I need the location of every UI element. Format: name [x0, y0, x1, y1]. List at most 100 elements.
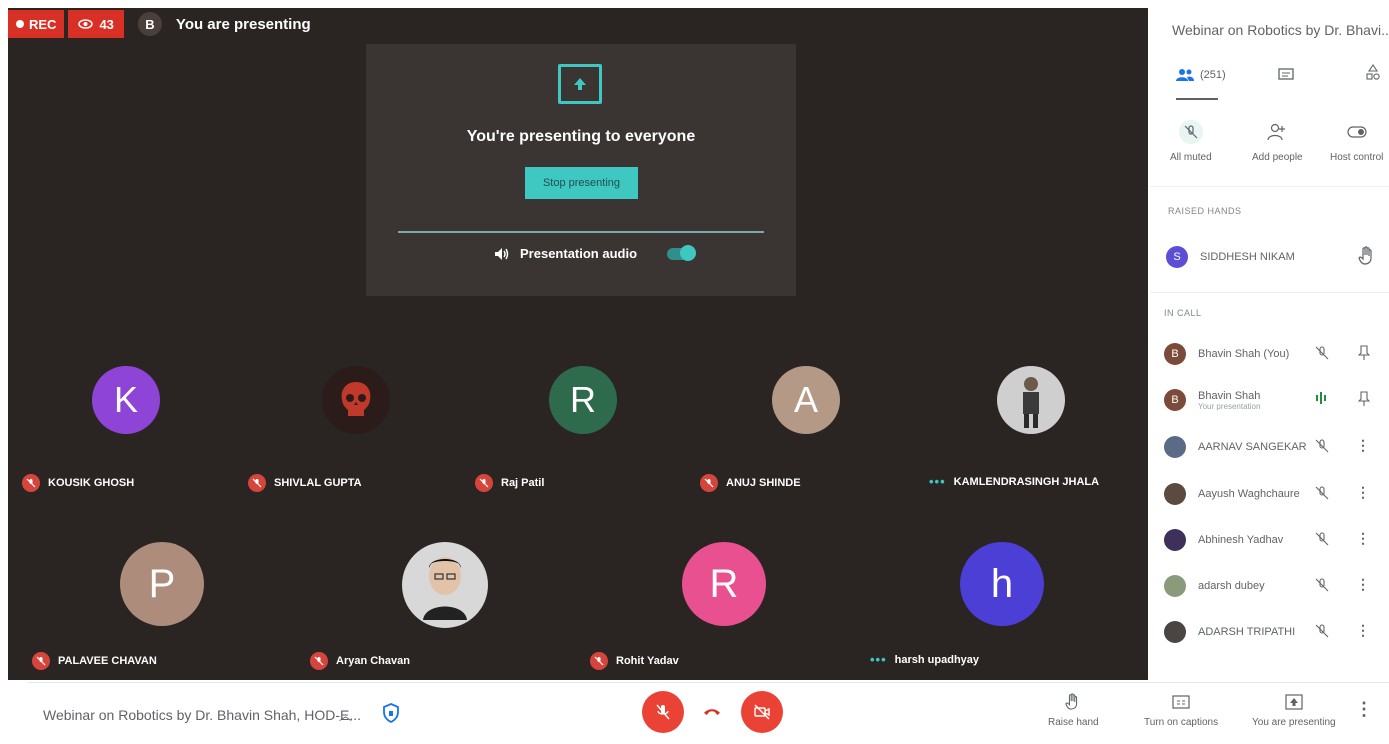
- avatar: [1164, 575, 1186, 597]
- participant-tile[interactable]: R Rohit Yadav: [578, 516, 800, 670]
- more-options-icon[interactable]: ⋮: [1356, 530, 1370, 547]
- participant-row-name: ADARSH TRIPATHI: [1198, 626, 1296, 638]
- more-options-icon[interactable]: ⋮: [1356, 576, 1370, 593]
- camera-off-icon: [754, 704, 770, 720]
- viewer-count: 43: [99, 16, 114, 32]
- tab-people[interactable]: (251): [1176, 68, 1226, 82]
- mic-off-icon: [22, 474, 40, 492]
- mic-off-icon: [1178, 120, 1203, 144]
- shield-icon[interactable]: [383, 703, 399, 723]
- participant-tile[interactable]: SHIVLAL GUPTA: [238, 338, 460, 492]
- more-options-icon[interactable]: ⋮: [1356, 484, 1370, 501]
- participant-label: ANUJ SHINDE: [700, 474, 801, 492]
- participant-name: harsh upadhyay: [894, 653, 980, 666]
- participant-label: ••• harsh upadhyay: [870, 652, 979, 667]
- mic-off-icon: [1315, 624, 1329, 638]
- people-icon: [1176, 69, 1194, 81]
- participant-row[interactable]: B Bhavin Shah Your presentation: [1164, 386, 1376, 414]
- meeting-details-title[interactable]: Webinar on Robotics by Dr. Bhavin Shah, …: [43, 707, 361, 723]
- participant-name: ANUJ SHINDE: [726, 477, 801, 489]
- viewer-count-badge[interactable]: 43: [68, 10, 124, 38]
- mic-off-icon: [590, 652, 608, 670]
- raised-hand-item[interactable]: S SIDDHESH NIKAM: [1166, 242, 1376, 272]
- leave-call-button[interactable]: [691, 691, 733, 733]
- participant-name: KAMLENDRASINGH JHALA: [953, 475, 1100, 488]
- participant-tile[interactable]: A ANUJ SHINDE: [688, 338, 910, 492]
- participant-avatar: R: [682, 542, 766, 626]
- avatar: B: [1164, 343, 1186, 365]
- participant-tile[interactable]: P PALAVEE CHAVAN: [20, 516, 242, 670]
- mic-off-icon: [1315, 578, 1329, 592]
- presentation-audio-toggle[interactable]: [667, 244, 697, 261]
- participant-row-name: Aayush Waghchaure: [1198, 488, 1300, 500]
- chevron-up-icon[interactable]: ︿: [339, 705, 352, 724]
- panel-divider: [1150, 292, 1389, 293]
- mic-off-icon: [700, 474, 718, 492]
- person-photo-avatar: [402, 542, 488, 628]
- participant-tile[interactable]: K KOUSIK GHOSH: [20, 338, 242, 492]
- all-muted-button[interactable]: All muted: [1170, 120, 1212, 163]
- participant-row[interactable]: B Bhavin Shah (You): [1164, 340, 1376, 368]
- add-people-button[interactable]: Add people: [1252, 120, 1303, 163]
- speaking-dots-icon: •••: [870, 652, 887, 667]
- participant-name: Rohit Yadav: [616, 655, 679, 667]
- participant-row[interactable]: AARNAV SANGEKAR ⋮: [1164, 433, 1376, 461]
- mic-off-icon: [1315, 439, 1329, 453]
- meeting-stage: REC 43 B You are presenting You're prese…: [8, 8, 1148, 680]
- participant-name: SHIVLAL GUPTA: [274, 477, 362, 489]
- tab-activities[interactable]: [1366, 64, 1380, 82]
- top-status-bar: REC 43 B You are presenting: [8, 8, 311, 40]
- participant-row[interactable]: Abhinesh Yadhav ⋮: [1164, 526, 1376, 554]
- toggle-icon: [1347, 126, 1367, 138]
- participant-row-name: AARNAV SANGEKAR: [1198, 441, 1306, 453]
- more-options-icon[interactable]: ⋮: [1355, 699, 1373, 720]
- participant-label: PALAVEE CHAVAN: [32, 652, 157, 670]
- presenting-title: You're presenting to everyone: [466, 128, 696, 145]
- more-options-icon[interactable]: ⋮: [1356, 622, 1370, 639]
- participant-name: Aryan Chavan: [336, 655, 410, 667]
- hand-icon[interactable]: [1358, 246, 1376, 266]
- pin-icon[interactable]: [1358, 345, 1370, 361]
- raised-hand-name: SIDDHESH NIKAM: [1200, 251, 1295, 263]
- participant-label: SHIVLAL GUPTA: [248, 474, 362, 492]
- mic-off-icon: [32, 652, 50, 670]
- more-options-icon[interactable]: ⋮: [1356, 437, 1370, 454]
- mic-off-icon: [1315, 486, 1329, 500]
- avatar: [1164, 436, 1186, 458]
- presentation-audio-row: Presentation audio: [494, 244, 697, 261]
- activities-icon: [1366, 64, 1380, 80]
- in-call-heading: IN CALL: [1164, 308, 1202, 318]
- captions-button[interactable]: Turn on captions: [1144, 691, 1218, 728]
- participant-tile[interactable]: ••• KAMLENDRASINGH JHALA: [913, 338, 1135, 489]
- camera-toggle-button[interactable]: [741, 691, 783, 733]
- present-screen-icon: [558, 64, 602, 104]
- mic-off-icon: [475, 474, 493, 492]
- participant-tile[interactable]: R Raj Patil: [463, 338, 685, 492]
- recording-badge: REC: [8, 10, 65, 38]
- raise-hand-button[interactable]: Raise hand: [1048, 691, 1099, 728]
- host-controls-button[interactable]: Host control: [1330, 120, 1383, 163]
- participant-row[interactable]: adarsh dubey ⋮: [1164, 572, 1376, 600]
- presenting-button[interactable]: You are presenting: [1252, 691, 1336, 728]
- hang-up-icon: [704, 709, 720, 715]
- participant-row-name: Abhinesh Yadhav: [1198, 534, 1284, 546]
- present-screen-icon: [1285, 694, 1303, 710]
- participant-tile[interactable]: Aryan Chavan: [298, 516, 520, 670]
- participant-avatar: A: [772, 366, 840, 434]
- add-person-icon: [1267, 123, 1286, 141]
- participant-tile[interactable]: h ••• harsh upadhyay: [858, 516, 1080, 667]
- panel-meeting-title: Webinar on Robotics by Dr. Bhavi...: [1172, 22, 1389, 38]
- participant-label: Rohit Yadav: [590, 652, 679, 670]
- stop-presenting-button[interactable]: Stop presenting: [525, 167, 638, 199]
- participant-row[interactable]: ADARSH TRIPATHI ⋮: [1164, 618, 1376, 646]
- pin-icon[interactable]: [1358, 391, 1370, 407]
- participant-row[interactable]: Aayush Waghchaure ⋮: [1164, 480, 1376, 508]
- raise-hand-label: Raise hand: [1048, 717, 1099, 728]
- tab-chat[interactable]: [1278, 68, 1294, 82]
- bottom-control-bar: Webinar on Robotics by Dr. Bhavin Shah, …: [28, 682, 1389, 744]
- microphone-toggle-button[interactable]: [642, 691, 684, 733]
- mic-off-icon: [1315, 346, 1329, 360]
- hand-icon: [1065, 693, 1078, 710]
- recording-label: REC: [29, 16, 57, 32]
- presenter-avatar: B: [137, 12, 162, 36]
